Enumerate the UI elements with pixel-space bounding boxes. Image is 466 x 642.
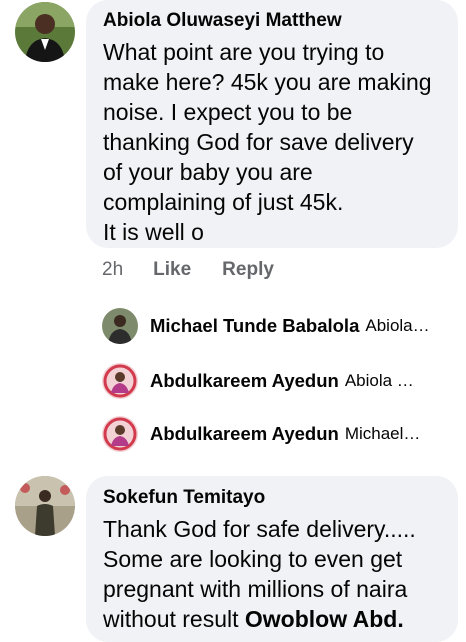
comment-text: Thank God for safe delivery..... Some ar…	[103, 516, 416, 632]
reply-preview: Michael …	[344, 424, 425, 443]
reply-preview: Abiola…	[365, 316, 430, 335]
reply-button[interactable]: Reply	[222, 259, 274, 281]
mention-link[interactable]: Owoblow Abd.	[245, 606, 404, 632]
comment-bubble: Abiola Oluwaseyi Matthew What point are …	[86, 0, 458, 248]
avatar[interactable]	[102, 308, 138, 344]
reply-item[interactable]: Michael Tunde Babalola Abiola…	[102, 306, 452, 346]
comment-timestamp[interactable]: 2h	[102, 259, 123, 281]
comment-actions: 2h Like Reply	[102, 259, 274, 281]
comment-bubble: Sokefun Temitayo Thank God for safe deli…	[86, 476, 458, 642]
comment-author[interactable]: Sokefun Temitayo	[103, 486, 442, 510]
comment-author[interactable]: Abiola Oluwaseyi Matthew	[103, 9, 442, 33]
reply-author[interactable]: Abdulkareem Ayedun	[150, 370, 339, 392]
reply-preview: Abiola Ol…	[344, 371, 425, 390]
comment-text: What point are you trying to make here? …	[103, 39, 432, 245]
avatar[interactable]	[15, 2, 75, 62]
reply-author[interactable]: Michael Tunde Babalola	[150, 315, 359, 337]
avatar[interactable]	[102, 416, 138, 452]
reply-item[interactable]: Abdulkareem Ayedun Michael …	[102, 414, 452, 454]
reply-author[interactable]: Abdulkareem Ayedun	[150, 423, 339, 445]
reply-item[interactable]: Abdulkareem Ayedun Abiola Ol…	[102, 361, 452, 401]
avatar[interactable]	[15, 476, 75, 536]
avatar[interactable]	[102, 363, 138, 399]
like-button[interactable]: Like	[153, 259, 191, 281]
